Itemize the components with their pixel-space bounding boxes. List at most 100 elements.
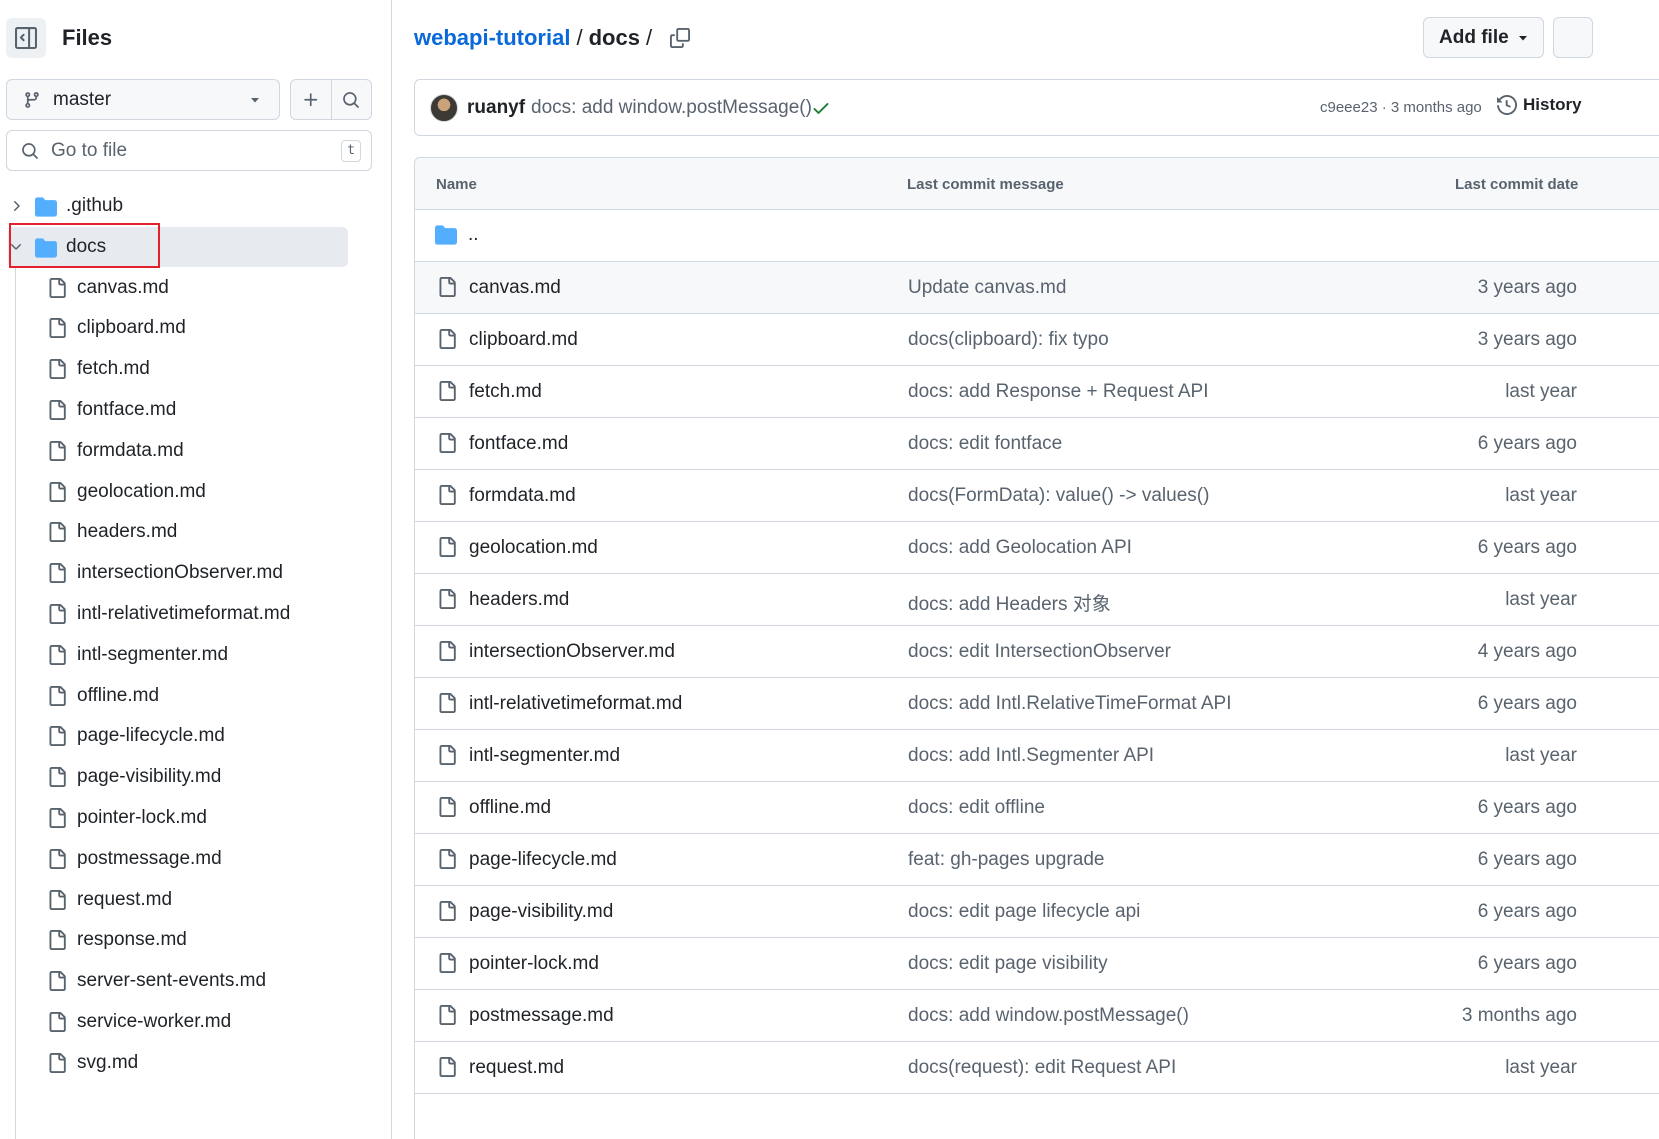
file-name-link[interactable]: fetch.md xyxy=(469,381,542,403)
file-icon xyxy=(47,807,67,829)
file-commit-message[interactable]: feat: gh-pages upgrade xyxy=(908,849,1105,871)
history-icon xyxy=(1497,95,1517,115)
file-commit-message[interactable]: docs(FormData): value() -> values() xyxy=(908,485,1209,507)
file-name-link[interactable]: formdata.md xyxy=(469,485,576,507)
file-commit-message[interactable]: docs: add window.postMessage() xyxy=(908,1005,1189,1027)
tree-file-item[interactable]: intl-relativetimeformat.md xyxy=(0,594,392,635)
tree-file-item[interactable]: clipboard.md xyxy=(0,308,392,349)
search-icon xyxy=(343,91,360,108)
tree-file-item[interactable]: service-worker.md xyxy=(0,1002,392,1043)
file-name-link[interactable]: offline.md xyxy=(469,797,551,819)
file-name-link[interactable]: intl-relativetimeformat.md xyxy=(469,693,682,715)
tree-file-item[interactable]: geolocation.md xyxy=(0,472,392,513)
table-row[interactable]: fontface.md docs: edit fontface 6 years ag… xyxy=(415,418,1659,470)
file-commit-message[interactable]: docs(clipboard): fix typo xyxy=(908,329,1109,351)
tree-file-item[interactable]: intl-segmenter.md xyxy=(0,635,392,676)
tree-file-item[interactable]: intersectionObserver.md xyxy=(0,553,392,594)
check-icon[interactable] xyxy=(811,98,831,118)
file-name-link[interactable]: geolocation.md xyxy=(469,537,598,559)
tree-file-item[interactable]: server-sent-events.md xyxy=(0,961,392,1002)
tree-file-item[interactable]: page-visibility.md xyxy=(0,757,392,798)
tree-file-item[interactable]: svg.md xyxy=(0,1043,392,1084)
file-name-link[interactable]: page-lifecycle.md xyxy=(469,849,617,871)
branch-selector[interactable]: master xyxy=(6,79,280,120)
file-icon xyxy=(437,588,457,610)
file-commit-message[interactable]: docs: add Response + Request API xyxy=(908,381,1209,403)
parent-directory-link[interactable]: .. xyxy=(468,224,479,246)
commit-message[interactable]: docs: add window.postMessage() xyxy=(531,97,812,119)
commit-hash-and-time[interactable]: c9eee23 · 3 months ago xyxy=(1320,99,1482,116)
table-row[interactable]: request.md docs(request): edit Request AP… xyxy=(415,1042,1659,1094)
file-commit-message[interactable]: docs: add Intl.Segmenter API xyxy=(908,745,1154,767)
tree-file-item[interactable]: fontface.md xyxy=(0,390,392,431)
file-commit-message[interactable]: docs: edit offline xyxy=(908,797,1045,819)
table-row[interactable]: page-lifecycle.md feat: gh-pages upgrade 6… xyxy=(415,834,1659,886)
table-row[interactable]: page-visibility.md docs: edit page lifecy… xyxy=(415,886,1659,938)
file-name-link[interactable]: postmessage.md xyxy=(469,1005,614,1027)
tree-file-item[interactable]: request.md xyxy=(0,880,392,921)
file-icon xyxy=(437,744,457,766)
file-commit-message[interactable]: docs: add Intl.RelativeTimeFormat API xyxy=(908,693,1231,715)
file-icon xyxy=(437,536,457,558)
file-commit-message[interactable]: docs: edit IntersectionObserver xyxy=(908,641,1171,663)
file-icon xyxy=(437,900,457,922)
branch-name: master xyxy=(53,88,112,110)
table-row[interactable]: canvas.md Update canvas.md 3 years ago xyxy=(415,262,1659,314)
go-to-file-input[interactable]: Go to file t xyxy=(6,130,372,171)
breadcrumb-repo-link[interactable]: webapi-tutorial xyxy=(414,25,570,51)
tree-file-item[interactable]: postmessage.md xyxy=(0,839,392,880)
add-file-tree-button[interactable] xyxy=(291,80,331,119)
file-name-link[interactable]: intl-segmenter.md xyxy=(469,745,620,767)
file-commit-message[interactable]: docs: add Headers 对象 xyxy=(908,589,1111,616)
chevron-right-icon[interactable] xyxy=(8,198,24,214)
table-row[interactable]: intl-segmenter.md docs: add Intl.Segmente… xyxy=(415,730,1659,782)
tree-folder-item[interactable]: .github xyxy=(0,186,392,227)
tree-file-item[interactable]: canvas.md xyxy=(0,268,392,309)
parent-directory-row[interactable]: .. xyxy=(415,210,1659,262)
file-name-link[interactable]: canvas.md xyxy=(469,277,561,299)
file-commit-message[interactable]: docs: add Geolocation API xyxy=(908,537,1132,559)
tree-file-item[interactable]: fetch.md xyxy=(0,349,392,390)
table-row[interactable]: intersectionObserver.md docs: edit Inters… xyxy=(415,626,1659,678)
table-row[interactable]: fetch.md docs: add Response + Request API… xyxy=(415,366,1659,418)
file-commit-message[interactable]: docs: edit page lifecycle api xyxy=(908,901,1140,923)
file-commit-message[interactable]: docs(request): edit Request API xyxy=(908,1057,1176,1079)
file-icon xyxy=(437,380,457,402)
commit-author[interactable]: ruanyf xyxy=(467,97,525,119)
file-name-link[interactable]: clipboard.md xyxy=(469,329,578,351)
history-button[interactable]: History xyxy=(1497,95,1582,115)
more-options-button[interactable] xyxy=(1553,17,1593,58)
file-name-link[interactable]: pointer-lock.md xyxy=(469,953,599,975)
file-icon xyxy=(47,481,67,503)
table-row[interactable]: headers.md docs: add Headers 对象 last year xyxy=(415,574,1659,626)
tree-item-label: page-visibility.md xyxy=(77,766,222,788)
tree-file-item[interactable]: headers.md xyxy=(0,512,392,553)
table-row[interactable]: pointer-lock.md docs: edit page visibilit… xyxy=(415,938,1659,990)
table-row[interactable]: postmessage.md docs: add window.postMessa… xyxy=(415,990,1659,1042)
copy-path-button[interactable] xyxy=(670,28,691,48)
table-row[interactable]: offline.md docs: edit offline 6 years ago xyxy=(415,782,1659,834)
table-row[interactable]: clipboard.md docs(clipboard): fix typo 3 y… xyxy=(415,314,1659,366)
tree-file-item[interactable]: pointer-lock.md xyxy=(0,798,392,839)
file-commit-message[interactable]: Update canvas.md xyxy=(908,277,1066,299)
file-name-link[interactable]: page-visibility.md xyxy=(469,901,613,923)
file-name-link[interactable]: request.md xyxy=(469,1057,564,1079)
tree-item-label: svg.md xyxy=(77,1051,139,1073)
file-commit-message[interactable]: docs: edit fontface xyxy=(908,433,1062,455)
file-name-link[interactable]: fontface.md xyxy=(469,433,568,455)
file-icon xyxy=(437,1004,457,1026)
add-file-button[interactable]: Add file xyxy=(1423,17,1544,58)
file-commit-message[interactable]: docs: edit page visibility xyxy=(908,953,1108,975)
table-row[interactable]: geolocation.md docs: add Geolocation API 6… xyxy=(415,522,1659,574)
tree-file-item[interactable]: response.md xyxy=(0,920,392,961)
tree-file-item[interactable]: page-lifecycle.md xyxy=(0,716,392,757)
tree-file-item[interactable]: offline.md xyxy=(0,676,392,717)
search-tree-button[interactable] xyxy=(330,80,372,119)
avatar[interactable] xyxy=(430,94,458,122)
file-name-link[interactable]: intersectionObserver.md xyxy=(469,641,675,663)
table-row[interactable]: intl-relativetimeformat.md docs: add Intl… xyxy=(415,678,1659,730)
sidebar-collapse-button[interactable] xyxy=(6,18,46,58)
tree-file-item[interactable]: formdata.md xyxy=(0,431,392,472)
table-row[interactable]: formdata.md docs(FormData): value() -> va… xyxy=(415,470,1659,522)
file-name-link[interactable]: headers.md xyxy=(469,589,569,611)
